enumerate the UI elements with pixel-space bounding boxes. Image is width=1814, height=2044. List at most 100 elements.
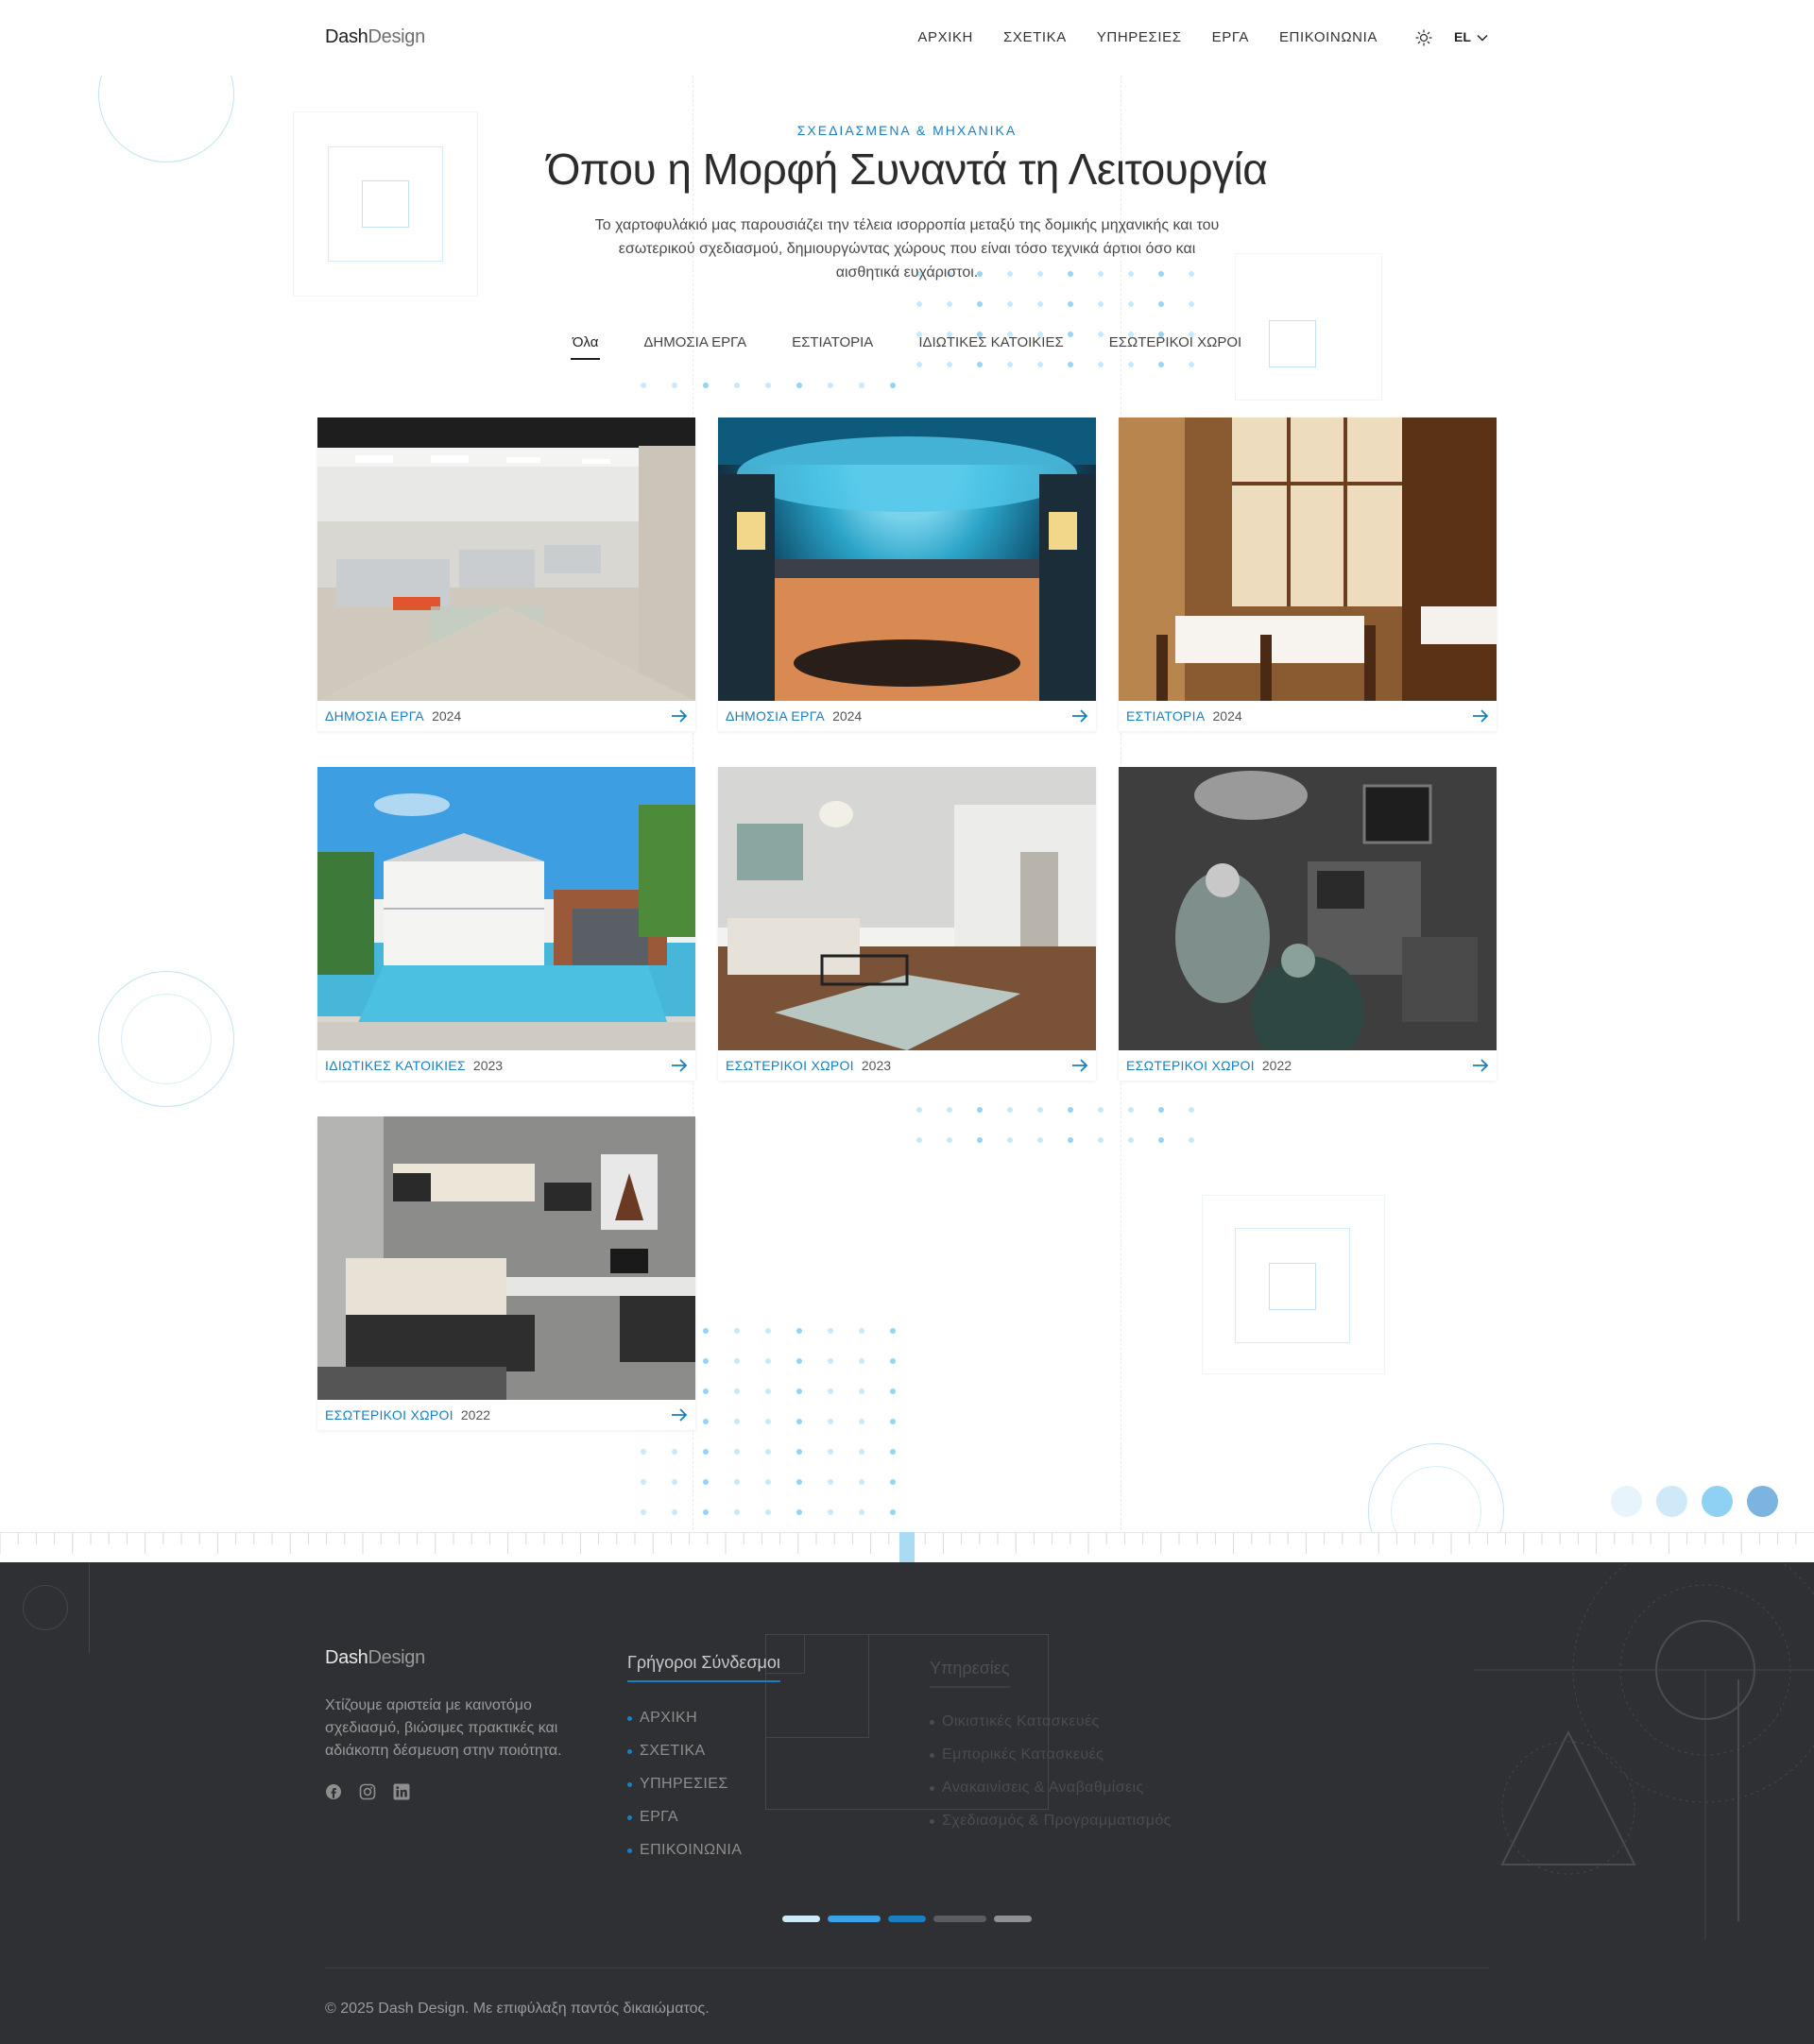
footer-link-projects[interactable]: ΕΡΓΑ (627, 1809, 742, 1826)
project-image-operating-room[interactable] (1119, 767, 1497, 1050)
project-meta: ΔΗΜΟΣΙΑ ΕΡΓΑ 2024 (317, 701, 695, 731)
slide-dot[interactable] (1656, 1486, 1687, 1517)
project-year: 2024 (1212, 708, 1242, 724)
project-meta: ΙΔΙΩΤΙΚΕΣ ΚΑΤΟΙΚΙΕΣ 2023 (317, 1050, 695, 1081)
quick-links-list: ΑΡΧΙΚΗ ΣΧΕΤΙΚΑ ΥΠΗΡΕΣΙΕΣ ΕΡΓΑ ΕΠΙΚΟΙΝΩΝΙ… (627, 1710, 742, 1859)
project-category: ΕΣΩΤΕΡΙΚΟΙ ΧΩΡΟΙ (726, 1058, 854, 1073)
linkedin-icon[interactable] (393, 1783, 410, 1800)
project-card[interactable]: ΕΣΩΤΕΡΙΚΟΙ ΧΩΡΟΙ 2022 (317, 1116, 695, 1430)
social-links (325, 1783, 410, 1800)
nav-item-projects[interactable]: ΕΡΓΑ (1212, 29, 1249, 45)
pager-segment[interactable] (782, 1916, 820, 1922)
instagram-icon[interactable] (359, 1783, 376, 1800)
brand-logo[interactable]: DashDesign (325, 26, 425, 48)
footer-service-link[interactable]: Ανακαινίσεις & Αναβαθμίσεις (930, 1780, 1172, 1797)
project-card[interactable]: ΙΔΙΩΤΙΚΕΣ ΚΑΤΟΙΚΙΕΣ 2023 (317, 767, 695, 1081)
footer-pager (782, 1916, 1032, 1922)
pager-segment[interactable] (888, 1916, 926, 1922)
slide-dot[interactable] (1747, 1486, 1778, 1517)
hero-title: Όπου η Μορφή Συναντά τη Λειτουργία (546, 145, 1268, 194)
project-card[interactable]: ΔΗΜΟΣΙΑ ΕΡΓΑ 2024 (317, 417, 695, 731)
footer-service-link[interactable]: Σχεδιασμός & Προγραμματισμός (930, 1813, 1172, 1830)
project-year: 2024 (832, 708, 863, 724)
main-nav: ΑΡΧΙΚΗ ΣΧΕΤΙΚΑ ΥΠΗΡΕΣΙΕΣ ΕΡΓΑ ΕΠΙΚΟΙΝΩΝΙ… (917, 29, 1378, 45)
pager-segment[interactable] (933, 1916, 986, 1922)
pager-segment[interactable] (828, 1916, 881, 1922)
nav-item-services[interactable]: ΥΠΗΡΕΣΙΕΣ (1097, 29, 1182, 45)
footer-blueprint-drawing (1474, 1562, 1814, 1940)
project-meta: ΕΣΩΤΕΡΙΚΟΙ ΧΩΡΟΙ 2022 (317, 1400, 695, 1430)
arrow-right-icon[interactable] (671, 1407, 688, 1422)
arrow-right-icon[interactable] (671, 708, 688, 724)
filter-private-residences[interactable]: ΙΔΙΩΤΙΚΕΣ ΚΑΤΟΙΚΙΕΣ (896, 332, 1086, 360)
project-year: 2022 (460, 1407, 491, 1422)
project-grid: ΔΗΜΟΣΙΑ ΕΡΓΑ 2024 ΔΗΜΟΣΙΑ ΕΡΓΑ 2024 ΕΣΤΙ… (317, 417, 1497, 1430)
copyright-text: © 2025 Dash Design. Με επιφύλαξη παντός … (325, 2001, 710, 2017)
project-meta: ΕΣΤΙΑΤΟΡΙΑ 2024 (1119, 701, 1497, 731)
nav-item-contact[interactable]: ΕΠΙΚΟΙΝΩΝΙΑ (1279, 29, 1378, 45)
project-year: 2022 (1261, 1058, 1292, 1073)
project-meta: ΕΣΩΤΕΡΙΚΟΙ ΧΩΡΟΙ 2023 (718, 1050, 1096, 1081)
project-year: 2023 (861, 1058, 892, 1073)
ruler-marker (899, 1532, 915, 1562)
brand-name-part1: Dash (325, 1647, 368, 1668)
nav-item-home[interactable]: ΑΡΧΙΚΗ (917, 29, 973, 45)
project-filters: Όλα ΔΗΜΟΣΙΑ ΕΡΓΑ ΕΣΤΙΑΤΟΡΙΑ ΙΔΙΩΤΙΚΕΣ ΚΑ… (0, 332, 1814, 360)
site-footer: DashDesign Χτίζουμε αριστεία με καινοτόμ… (0, 1562, 1814, 2044)
arrow-right-icon[interactable] (1472, 1058, 1489, 1073)
project-year: 2023 (472, 1058, 504, 1073)
project-image-living-room[interactable] (718, 767, 1096, 1050)
project-card[interactable]: ΕΣΩΤΕΡΙΚΟΙ ΧΩΡΟΙ 2023 (718, 767, 1096, 1081)
project-card[interactable]: ΕΣΤΙΑΤΟΡΙΑ 2024 (1119, 417, 1497, 731)
footer-decorative-line (89, 1562, 90, 1653)
slide-indicator-dots (1611, 1486, 1778, 1517)
project-image-bedroom[interactable] (317, 1116, 695, 1400)
footer-link-contact[interactable]: ΕΠΙΚΟΙΝΩΝΙΑ (627, 1842, 742, 1859)
footer-service-link[interactable]: Εμπορικές Κατασκευές (930, 1746, 1172, 1763)
brand-name-part1: Dash (325, 26, 368, 47)
nav-item-about[interactable]: ΣΧΕΤΙΚΑ (1003, 29, 1067, 45)
language-selector[interactable]: EL (1454, 29, 1488, 44)
project-category: ΙΔΙΩΤΙΚΕΣ ΚΑΤΟΙΚΙΕΣ (325, 1058, 466, 1073)
brand-name-part2: Design (368, 26, 426, 47)
project-image-mall[interactable] (718, 417, 1096, 701)
footer-service-link[interactable]: Οικιστικές Κατασκευές (930, 1713, 1172, 1730)
project-card[interactable]: ΕΣΩΤΕΡΙΚΟΙ ΧΩΡΟΙ 2022 (1119, 767, 1497, 1081)
pager-segment[interactable] (994, 1916, 1032, 1922)
project-category: ΔΗΜΟΣΙΑ ΕΡΓΑ (325, 708, 425, 724)
sun-icon[interactable] (1414, 28, 1433, 47)
slide-dot[interactable] (1702, 1486, 1733, 1517)
footer-divider (325, 1967, 1489, 1968)
footer-description: Χτίζουμε αριστεία με καινοτόμο σχεδιασμό… (325, 1697, 562, 1759)
facebook-icon[interactable] (325, 1783, 342, 1800)
decorative-circle-inner (121, 994, 212, 1084)
footer-link-about[interactable]: ΣΧΕΤΙΚΑ (627, 1743, 742, 1760)
filter-all[interactable]: Όλα (550, 332, 622, 360)
decorative-circle (98, 971, 234, 1107)
arrow-right-icon[interactable] (1071, 708, 1088, 724)
chevron-down-icon (1477, 29, 1488, 44)
project-category: ΔΗΜΟΣΙΑ ΕΡΓΑ (726, 708, 826, 724)
decorative-square (1235, 253, 1382, 400)
footer-brand-logo[interactable]: DashDesign (325, 1647, 425, 1669)
filter-public-works[interactable]: ΔΗΜΟΣΙΑ ΕΡΓΑ (621, 332, 769, 360)
filter-interiors[interactable]: ΕΣΩΤΕΡΙΚΟΙ ΧΩΡΟΙ (1087, 332, 1264, 360)
decorative-square (293, 111, 478, 297)
project-category: ΕΣΩΤΕΡΙΚΟΙ ΧΩΡΟΙ (1126, 1058, 1255, 1073)
project-image-restaurant[interactable] (1119, 417, 1497, 701)
project-card[interactable]: ΔΗΜΟΣΙΑ ΕΡΓΑ 2024 (718, 417, 1096, 731)
project-category: ΕΣΤΙΑΤΟΡΙΑ (1126, 708, 1206, 724)
arrow-right-icon[interactable] (1071, 1058, 1088, 1073)
project-meta: ΕΣΩΤΕΡΙΚΟΙ ΧΩΡΟΙ 2022 (1119, 1050, 1497, 1081)
filter-restaurants[interactable]: ΕΣΤΙΑΤΟΡΙΑ (769, 332, 896, 360)
project-image-office[interactable] (317, 417, 695, 701)
site-header: DashDesign ΑΡΧΙΚΗ ΣΧΕΤΙΚΑ ΥΠΗΡΕΣΙΕΣ ΕΡΓΑ… (0, 0, 1814, 76)
footer-decorative-circle (23, 1585, 68, 1630)
footer-link-services[interactable]: ΥΠΗΡΕΣΙΕΣ (627, 1776, 742, 1793)
project-image-villa[interactable] (317, 767, 695, 1050)
arrow-right-icon[interactable] (671, 1058, 688, 1073)
brand-name-part2: Design (368, 1647, 426, 1668)
arrow-right-icon[interactable] (1472, 708, 1489, 724)
footer-link-home[interactable]: ΑΡΧΙΚΗ (627, 1710, 742, 1727)
slide-dot[interactable] (1611, 1486, 1642, 1517)
